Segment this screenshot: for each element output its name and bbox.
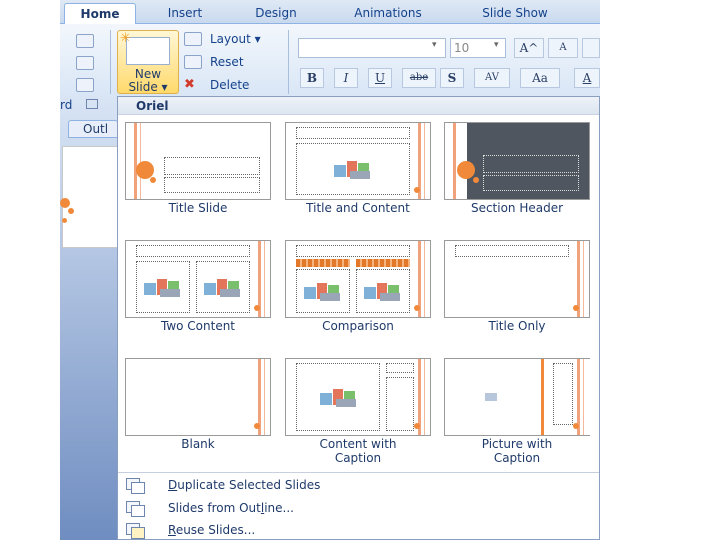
ribbon-separator xyxy=(288,30,289,94)
clear-format-button[interactable] xyxy=(582,38,600,58)
underline-button[interactable]: U xyxy=(368,68,392,88)
content-placeholder-icon xyxy=(334,159,370,181)
layout-content-with-caption[interactable] xyxy=(285,358,431,436)
layout-title-only[interactable] xyxy=(444,240,590,318)
copy-icon[interactable] xyxy=(76,56,94,70)
italic-button[interactable]: I xyxy=(334,68,358,88)
new-slide-icon xyxy=(126,37,170,65)
layout-caption-line1: Content with xyxy=(319,437,397,451)
theme-name-header: Oriel xyxy=(118,97,599,115)
shadow-button[interactable]: S xyxy=(440,68,464,88)
ribbon-separator xyxy=(110,30,111,94)
bold-button[interactable]: B xyxy=(300,68,324,88)
layout-caption: Blank xyxy=(181,437,215,451)
grow-font-button[interactable]: A^ xyxy=(514,38,544,58)
layout-icon xyxy=(184,32,202,46)
reset-icon xyxy=(184,55,202,69)
dialog-launcher-icon[interactable] xyxy=(86,99,98,109)
layout-blank[interactable] xyxy=(125,358,271,436)
layout-caption-line2: Caption xyxy=(334,451,382,465)
content-placeholder-icon xyxy=(304,281,340,303)
reuse-slides-menu-item[interactable]: Reuse Slides... xyxy=(118,520,599,540)
content-placeholder-icon xyxy=(320,387,356,409)
chevron-down-icon[interactable]: ▾ xyxy=(432,40,437,50)
strikethrough-button[interactable]: abe xyxy=(402,68,436,88)
reset-button[interactable]: Reset xyxy=(210,55,244,69)
layout-caption: Title Slide xyxy=(168,201,228,215)
menu-item-label: Reuse Slides... xyxy=(168,523,256,537)
new-slide-label-line2: Slide ▾ xyxy=(128,80,168,94)
shrink-font-button[interactable]: A xyxy=(548,38,578,58)
tab-design[interactable]: Design xyxy=(238,3,314,24)
clipboard-group-label: rd xyxy=(60,98,73,112)
tab-outline[interactable]: Outl xyxy=(68,120,118,138)
format-painter-icon[interactable] xyxy=(76,78,94,92)
content-placeholder-icon xyxy=(204,277,240,299)
tab-home[interactable]: Home xyxy=(64,3,136,24)
cut-icon[interactable] xyxy=(76,34,94,48)
tab-insert[interactable]: Insert xyxy=(150,3,220,24)
layout-caption-line1: Picture with xyxy=(481,437,553,451)
layout-caption: Title Only xyxy=(488,319,546,333)
star-icon: ✳ xyxy=(120,31,131,46)
delete-icon: ✖ xyxy=(184,77,195,92)
slide-thumbnail[interactable] xyxy=(62,146,118,248)
change-case-button[interactable]: Aa xyxy=(520,68,560,88)
content-placeholder-icon xyxy=(364,281,400,303)
layout-comparison[interactable] xyxy=(285,240,431,318)
picture-placeholder-icon xyxy=(485,393,497,401)
reuse-slides-icon xyxy=(126,523,145,539)
layout-button[interactable]: Layout ▾ xyxy=(210,32,261,46)
content-placeholder-icon xyxy=(144,277,180,299)
slides-from-outline-menu-item[interactable]: Slides from Outline... xyxy=(118,498,599,520)
font-name-combobox[interactable] xyxy=(298,38,446,58)
layout-caption: Section Header xyxy=(470,201,564,215)
menu-item-label: Slides from Outline... xyxy=(168,501,294,515)
layout-caption: Two Content xyxy=(160,319,236,333)
menu-divider xyxy=(118,472,599,473)
char-spacing-button[interactable]: AV xyxy=(474,68,510,88)
layout-title-slide[interactable] xyxy=(125,122,271,200)
tab-slide-show[interactable]: Slide Show xyxy=(462,3,568,24)
layout-picture-with-caption[interactable] xyxy=(444,358,591,436)
layout-caption: Comparison xyxy=(322,319,394,333)
layout-caption-line2: Caption xyxy=(493,451,541,465)
layout-two-content[interactable] xyxy=(125,240,271,318)
duplicate-slides-icon xyxy=(126,478,145,494)
slides-from-outline-icon xyxy=(126,501,145,517)
duplicate-selected-slides-menu-item[interactable]: Duplicate Selected Slides xyxy=(118,475,599,497)
layout-section-header[interactable] xyxy=(444,122,590,200)
tab-animations[interactable]: Animations xyxy=(336,3,440,24)
new-slide-button[interactable]: ✳ New Slide ▾ xyxy=(117,30,179,94)
delete-button[interactable]: Delete xyxy=(210,78,249,92)
layout-caption: Title and Content xyxy=(306,201,410,215)
menu-item-label: Duplicate Selected Slides xyxy=(168,478,321,492)
layout-title-and-content[interactable] xyxy=(285,122,431,200)
chevron-down-icon[interactable]: ▾ xyxy=(494,40,499,50)
font-color-button[interactable]: A xyxy=(574,68,600,88)
